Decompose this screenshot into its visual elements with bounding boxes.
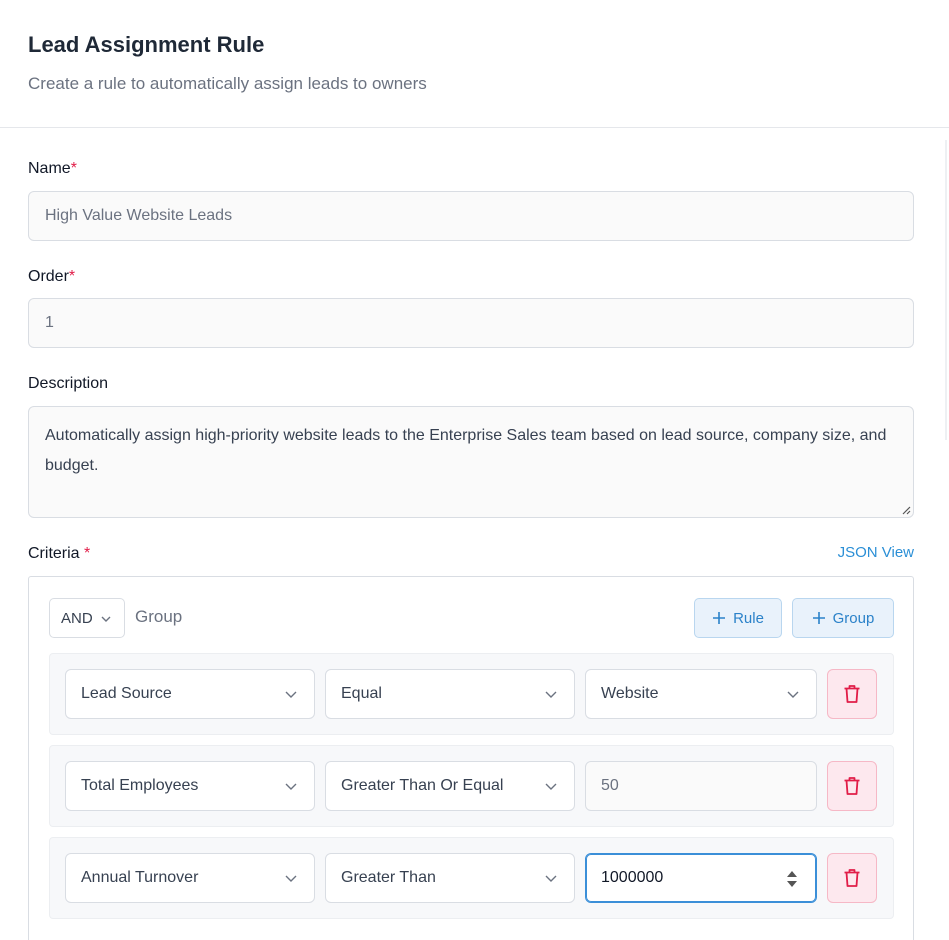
add-group-label: Group: [832, 609, 875, 627]
logic-operator-select[interactable]: AND: [49, 598, 125, 638]
trash-icon: [844, 777, 860, 795]
page-title: Lead Assignment Rule: [28, 32, 265, 57]
rule-condition-value: Greater Than: [341, 869, 436, 886]
rule-value: Website: [601, 685, 659, 702]
page-subtitle: Create a rule to automatically assign le…: [28, 74, 427, 93]
chevron-down-icon: [285, 875, 297, 882]
group-label: Group: [135, 607, 183, 626]
scrollbar[interactable]: [945, 140, 947, 440]
plus-icon: [713, 612, 726, 624]
rule-row: Lead Source Equal Website: [49, 653, 894, 735]
chevron-down-icon: [285, 783, 297, 790]
add-group-button[interactable]: Group: [792, 598, 894, 638]
rule-value-input[interactable]: 50: [585, 761, 817, 811]
delete-rule-button[interactable]: [827, 853, 877, 903]
criteria-label: Criteria *: [28, 545, 91, 562]
trash-icon: [844, 685, 860, 703]
criteria-builder: AND Group Rule Group Lead Source Equal W…: [28, 576, 914, 940]
chevron-down-icon: [545, 691, 557, 698]
name-input-value: High Value Website Leads: [45, 207, 233, 224]
order-input-value: 1: [45, 314, 54, 331]
rule-field-select[interactable]: Annual Turnover: [65, 853, 315, 903]
rule-condition-select[interactable]: Greater Than Or Equal: [325, 761, 575, 811]
trash-icon: [844, 869, 860, 887]
plus-icon: [812, 612, 825, 624]
rule-condition-select[interactable]: Greater Than: [325, 853, 575, 903]
rule-row: Total Employees Greater Than Or Equal 50: [49, 745, 894, 827]
rule-condition-value: Greater Than Or Equal: [341, 777, 504, 794]
chevron-down-icon: [101, 616, 111, 622]
page-header: Lead Assignment Rule Create a rule to au…: [0, 0, 949, 128]
rule-value: 50: [601, 777, 619, 794]
rule-field-value: Total Employees: [81, 777, 199, 794]
add-rule-label: Rule: [733, 609, 764, 627]
name-label: Name*: [28, 160, 77, 177]
add-rule-button[interactable]: Rule: [694, 598, 782, 638]
rule-value-select[interactable]: Website: [585, 669, 817, 719]
resize-grip-icon[interactable]: [901, 505, 911, 515]
rule-field-value: Annual Turnover: [81, 869, 199, 886]
description-label: Description: [28, 375, 109, 392]
rule-condition-select[interactable]: Equal: [325, 669, 575, 719]
chevron-down-icon: [787, 691, 799, 698]
chevron-down-icon: [545, 875, 557, 882]
name-input[interactable]: High Value Website Leads: [28, 191, 914, 241]
rule-condition-value: Equal: [341, 685, 382, 702]
chevron-down-icon: [285, 691, 297, 698]
order-label: Order*: [28, 268, 76, 285]
chevron-down-icon: [545, 783, 557, 790]
json-view-link[interactable]: JSON View: [838, 544, 914, 561]
rule-value-number-input[interactable]: 1000000: [585, 853, 817, 903]
rule-value: 1000000: [601, 869, 664, 886]
delete-rule-button[interactable]: [827, 761, 877, 811]
description-textarea[interactable]: Automatically assign high-priority websi…: [28, 406, 914, 518]
order-input[interactable]: 1: [28, 298, 914, 348]
delete-rule-button[interactable]: [827, 669, 877, 719]
rule-row: Annual Turnover Greater Than 1000000: [49, 837, 894, 919]
logic-operator-value: AND: [61, 609, 93, 627]
spinner-icon[interactable]: [786, 868, 798, 890]
rule-field-select[interactable]: Lead Source: [65, 669, 315, 719]
description-value: Automatically assign high-priority websi…: [45, 427, 887, 474]
rule-field-value: Lead Source: [81, 685, 172, 702]
rule-field-select[interactable]: Total Employees: [65, 761, 315, 811]
